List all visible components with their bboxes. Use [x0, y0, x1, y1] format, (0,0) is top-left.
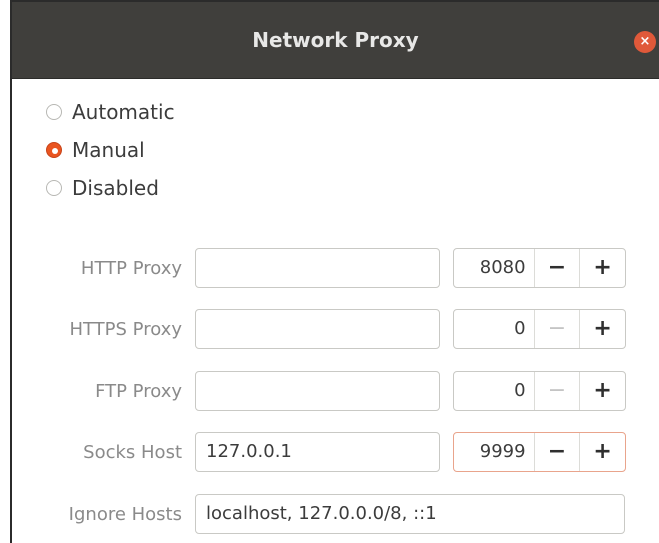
socks-host-label: Socks Host	[83, 442, 182, 463]
https-port-decrement-button[interactable]: −	[533, 310, 580, 348]
ftp-proxy-label: FTP Proxy	[95, 381, 182, 402]
https-proxy-label: HTTPS Proxy	[69, 319, 182, 340]
ftp-proxy-port-value[interactable]: 0	[454, 372, 534, 410]
radio-automatic-label: Automatic	[72, 100, 175, 124]
radio-manual-indicator[interactable]	[46, 142, 62, 158]
ftp-port-increment-button[interactable]: +	[579, 372, 625, 410]
http-proxy-label: HTTP Proxy	[80, 258, 182, 279]
titlebar: Network Proxy ×	[12, 2, 659, 79]
close-icon[interactable]: ×	[634, 31, 656, 53]
radio-manual[interactable]: Manual	[46, 136, 145, 164]
radio-manual-label: Manual	[72, 138, 145, 162]
https-proxy-port-value[interactable]: 0	[454, 310, 534, 348]
socks-port-value[interactable]: 9999	[454, 433, 534, 471]
network-proxy-window: Network Proxy × Automatic Manual Disable…	[10, 0, 659, 543]
http-port-increment-button[interactable]: +	[579, 249, 625, 287]
https-proxy-host-input[interactable]	[195, 309, 440, 349]
radio-disabled-label: Disabled	[72, 176, 159, 200]
https-proxy-port-spinner: 0 − +	[453, 309, 626, 349]
socks-port-decrement-button[interactable]: −	[533, 433, 580, 471]
socks-host-input[interactable]: 127.0.0.1	[195, 432, 440, 472]
ftp-proxy-host-input[interactable]	[195, 371, 440, 411]
radio-automatic-indicator[interactable]	[46, 104, 62, 120]
radio-disabled[interactable]: Disabled	[46, 174, 159, 202]
ignore-hosts-label: Ignore Hosts	[68, 504, 182, 525]
http-proxy-port-spinner: 8080 − +	[453, 248, 626, 288]
http-proxy-port-value[interactable]: 8080	[454, 249, 534, 287]
radio-automatic[interactable]: Automatic	[46, 98, 175, 126]
http-port-decrement-button[interactable]: −	[533, 249, 580, 287]
socks-port-spinner: 9999 − +	[453, 432, 626, 472]
window-title: Network Proxy	[252, 28, 419, 52]
ignore-hosts-input[interactable]: localhost, 127.0.0.0/8, ::1	[195, 494, 625, 534]
ftp-port-decrement-button[interactable]: −	[533, 372, 580, 410]
socks-port-increment-button[interactable]: +	[579, 433, 625, 471]
http-proxy-host-input[interactable]	[195, 248, 440, 288]
ftp-proxy-port-spinner: 0 − +	[453, 371, 626, 411]
radio-disabled-indicator[interactable]	[46, 180, 62, 196]
https-port-increment-button[interactable]: +	[579, 310, 625, 348]
